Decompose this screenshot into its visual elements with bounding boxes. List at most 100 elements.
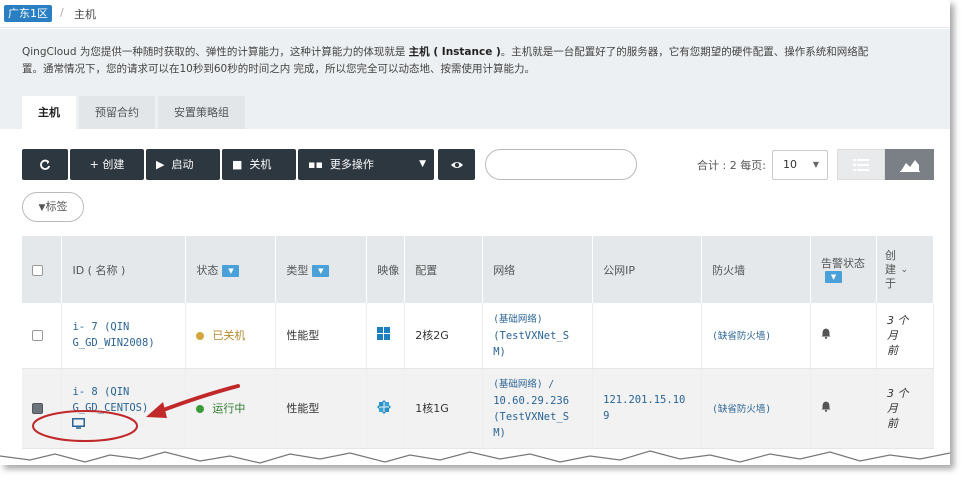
alarm-cell: [810, 303, 877, 369]
header-created-label: 创建于: [884, 248, 896, 290]
tab-placement-groups[interactable]: 安置策略组: [158, 96, 245, 129]
list-icon: [853, 158, 869, 171]
network-link[interactable]: (基础网络) (TestVXNet_S M): [493, 311, 592, 360]
firewall-link[interactable]: (缺省防火墙): [712, 404, 771, 415]
public-ip-link[interactable]: 121.201.15.10 9: [603, 392, 701, 424]
header-created[interactable]: 创建于 ⌄: [876, 236, 935, 303]
instance-id-link[interactable]: i- 8 (QIN G_GD_CENTOS): [72, 384, 185, 416]
list-view-button[interactable]: [837, 149, 885, 180]
status-cell: 已关机: [185, 303, 277, 369]
create-button[interactable]: + 创建: [70, 149, 144, 180]
page-size-value: 10: [783, 158, 797, 171]
network-type: (基础网络) /: [493, 378, 555, 390]
table-row[interactable]: i- 7 (QIN G_GD_WIN2008) 已关机 性能型 2核2G (基础网…: [22, 303, 935, 369]
instance-id-link[interactable]: i- 7 (QIN G_GD_WIN2008): [72, 319, 185, 351]
select-all-checkbox[interactable]: [32, 264, 43, 276]
instance-id-cell[interactable]: i- 7 (QIN G_GD_WIN2008): [61, 303, 187, 369]
header-type[interactable]: 类型 ▼: [275, 236, 368, 303]
tab-reserved-contracts[interactable]: 预留合约: [79, 96, 155, 129]
type-cell: 性能型: [275, 303, 368, 369]
header-type-label: 类型: [286, 263, 309, 277]
start-button[interactable]: ▶ 启动: [146, 149, 220, 180]
shutdown-label: 关机: [249, 158, 272, 171]
created-cell: 3 个 月 前: [876, 303, 935, 369]
header-config: 配置: [404, 236, 484, 303]
refresh-button[interactable]: [22, 149, 68, 180]
table-row[interactable]: i- 8 (QIN G_GD_CENTOS) 运行中 性能型 1核1G (基础网…: [22, 368, 935, 449]
area-chart-icon: [899, 159, 920, 172]
breadcrumb-current: 主机: [74, 8, 96, 21]
shutdown-button[interactable]: ■ 关机: [222, 149, 296, 180]
network-cell[interactable]: (基础网络) (TestVXNet_S M): [482, 303, 594, 369]
header-image: 映像: [366, 236, 406, 303]
row-checkbox[interactable]: [32, 330, 43, 342]
grid-icon: ▪▪: [308, 158, 323, 171]
created-line1: 3 个: [886, 313, 909, 327]
created-line1: 3 个: [886, 386, 909, 400]
config-cell: 1核1G: [404, 368, 484, 449]
created-line3: 前: [886, 343, 898, 357]
firewall-cell[interactable]: (缺省防火墙): [701, 368, 812, 449]
tab-bar: 主机 预留合约 安置策略组: [22, 96, 248, 129]
instance-id-cell[interactable]: i- 8 (QIN G_GD_CENTOS): [61, 368, 187, 449]
header-status-label: 状态: [196, 263, 219, 277]
console-frame: 广东1区 / 主机 QingCloud 为您提供一种随时获取的、弹性的计算能力，…: [0, 0, 950, 465]
public-ip-cont: 9: [603, 410, 610, 422]
network-cell[interactable]: (基础网络) / 10.60.29.236 (TestVXNet_S M): [482, 368, 594, 449]
instance-name: G_GD_CENTOS): [72, 402, 149, 414]
more-actions-dropdown[interactable]: ▪▪ 更多操作 ▼: [298, 149, 434, 180]
stop-icon: ■: [232, 158, 243, 171]
header-firewall: 防火墙: [701, 236, 812, 303]
table-header-row: ID ( 名称 ) 状态 ▼ 类型 ▼ 映像 配置 网络 公网IP 防火墙 告警状态…: [22, 236, 935, 303]
filter-dropdown-icon[interactable]: ▼: [312, 264, 330, 277]
play-icon: ▶: [156, 158, 165, 171]
config-cell: 2核2G: [404, 303, 484, 369]
instance-id: i- 7 (QIN: [72, 321, 130, 334]
header-id[interactable]: ID ( 名称 ): [61, 236, 187, 303]
firewall-cell[interactable]: (缺省防火墙): [701, 303, 812, 369]
alarm-cell: [810, 368, 877, 449]
header-alarm[interactable]: 告警状态 ▼: [810, 236, 877, 303]
monitor-icon[interactable]: [72, 418, 86, 429]
firewall-link[interactable]: (缺省防火墙): [712, 331, 771, 342]
filter-dropdown-icon[interactable]: ▼: [825, 270, 843, 283]
network-link[interactable]: (基础网络) / 10.60.29.236 (TestVXNet_S M): [493, 376, 592, 441]
status-cell: 运行中: [185, 368, 277, 449]
header-status[interactable]: 状态 ▼: [185, 236, 277, 303]
zone-badge[interactable]: 广东1区: [4, 5, 52, 22]
header-select-all: [22, 236, 63, 303]
row-select-cell: [22, 303, 63, 369]
created-line3: 前: [886, 416, 898, 430]
description-line1-prefix: QingCloud 为您提供一种随时获取的、弹性的计算能力，这种计算能力的体现就…: [22, 46, 409, 58]
instances-table: ID ( 名称 ) 状态 ▼ 类型 ▼ 映像 配置 网络 公网IP 防火墙 告警状态…: [22, 236, 935, 449]
filter-dropdown-icon[interactable]: ▼: [222, 264, 240, 277]
chevron-down-icon: ⌄: [900, 264, 909, 275]
header-alarm-label: 告警状态: [821, 256, 866, 270]
tab-instances[interactable]: 主机: [22, 96, 76, 129]
description-line1-suffix: 。主机就是一台配置好了的服务器，它有您期望的硬件配置、操作系统和网络配: [500, 46, 869, 58]
public-ip: 121.201.15.10: [603, 394, 686, 406]
eye-icon: [450, 161, 463, 168]
public-ip-cell[interactable]: 121.201.15.10 9: [592, 368, 703, 449]
network-name: (TestVXNet_S: [493, 410, 570, 423]
caret-down-icon: ▼: [419, 159, 426, 169]
visibility-toggle-button[interactable]: [438, 149, 475, 180]
page-size-select[interactable]: 10 ▼: [772, 150, 828, 180]
torn-edge-decoration: [0, 450, 950, 465]
header-public-ip: 公网IP: [592, 236, 703, 303]
total-count-label: 合计 : 2 每页:: [697, 159, 766, 172]
search-input[interactable]: [485, 149, 637, 180]
centos-icon: [377, 399, 392, 414]
breadcrumb: 广东1区 / 主机: [0, 0, 950, 28]
windows-icon: [377, 327, 391, 341]
description-bold: 主机 ( Instance ): [408, 46, 501, 58]
description-line2: 置。通常情况下，您的请求可以在10秒到60秒的时间之内 完成，所以您完全可以动态…: [22, 63, 536, 75]
private-ip: 10.60.29.236: [493, 394, 570, 407]
type-cell: 性能型: [275, 368, 368, 449]
bell-icon: [821, 401, 831, 412]
row-select-cell: [22, 368, 63, 449]
tag-filter-button[interactable]: ▼标签: [22, 192, 84, 222]
chart-view-button[interactable]: [885, 149, 934, 180]
row-checkbox[interactable]: [32, 403, 43, 414]
network-name-cont: M): [493, 426, 506, 439]
